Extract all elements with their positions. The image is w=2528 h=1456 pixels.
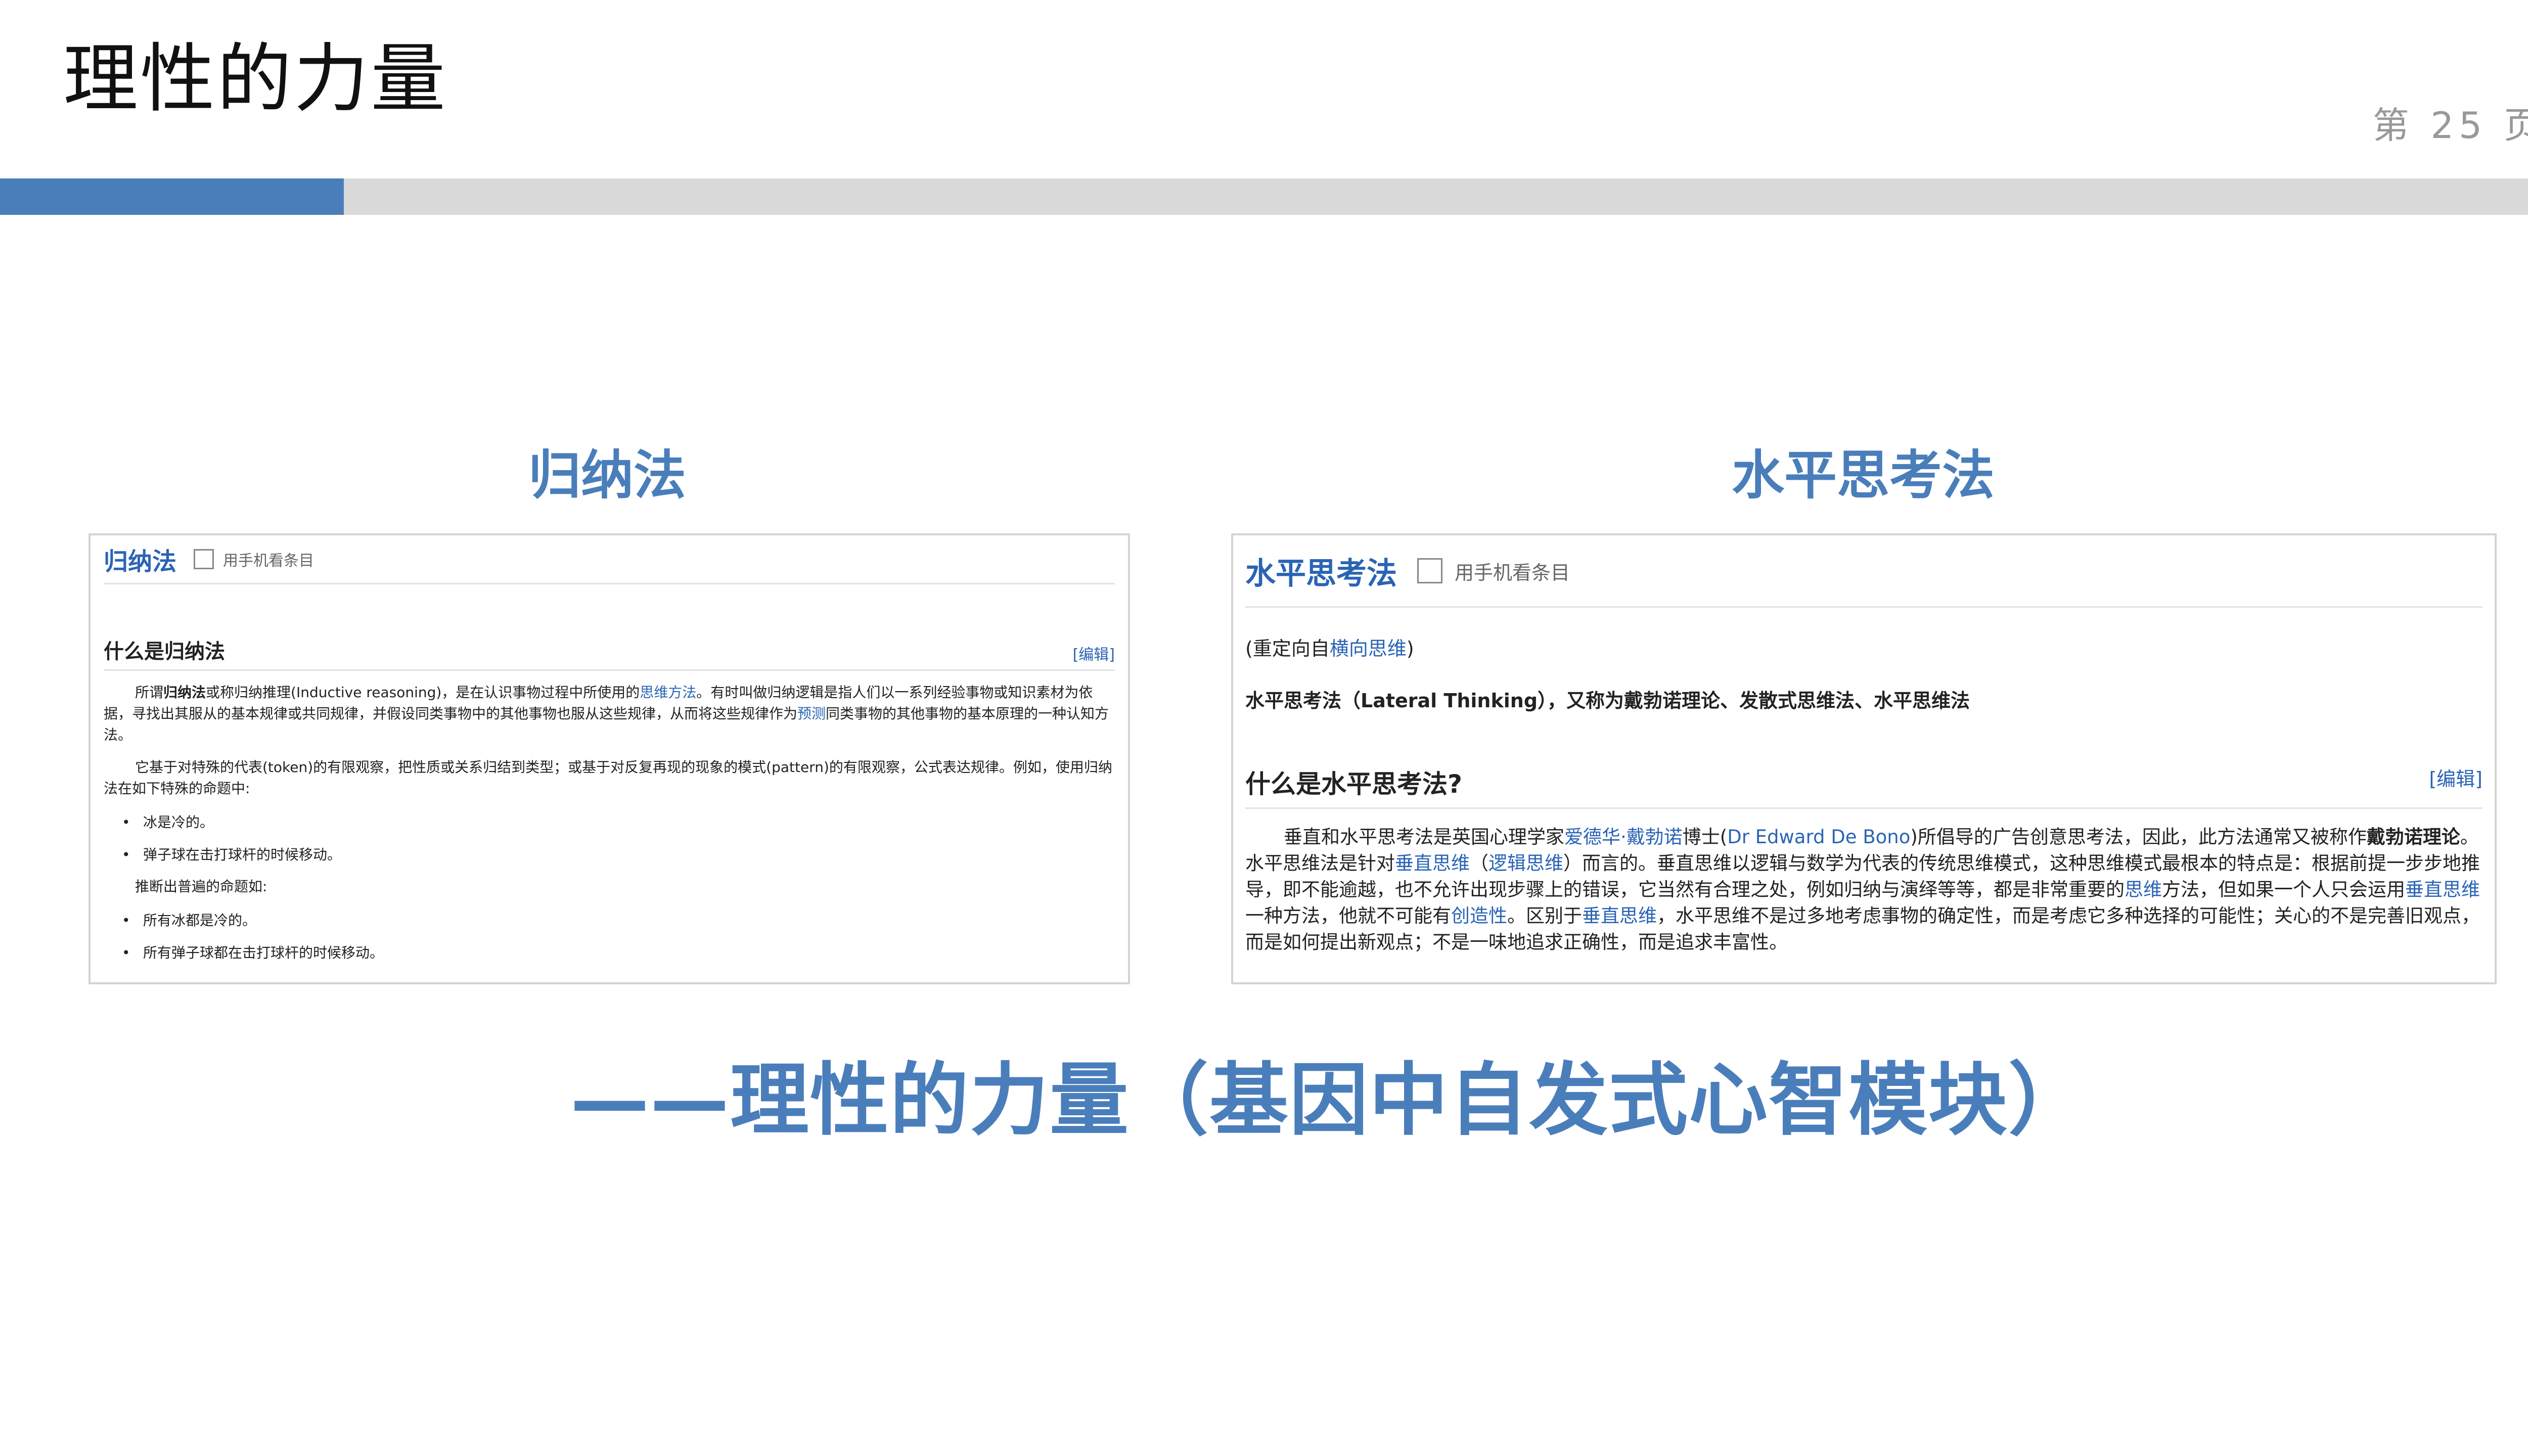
qr-code-icon [194,549,214,569]
slide-subtitle: ——理性的力量（基因中自发式心智模块） [570,1054,2088,1146]
link-de-bono-en[interactable]: Dr Edward De Bono [1727,826,1910,848]
link-thinking[interactable]: 思维 [2125,879,2162,900]
link-creativity[interactable]: 创造性 [1451,905,1507,927]
section-heading: 什么是水平思考法? [1245,769,1463,799]
left-section-heading: 归纳法 [528,444,687,506]
header-divider-bar [0,178,2528,215]
lateral-thinking-wiki-screenshot: 水平思考法 用手机看条目 (重定向自横向思维) 水平思考法（Lateral Th… [1231,533,2497,984]
list-item: 冰是冷的。 [104,806,1115,839]
paragraph: 垂直和水平思考法是英国心理学家爱德华·戴勃诺博士(Dr Edward De Bo… [1245,826,2480,953]
conclusion-list: 所有冰都是冷的。 所有弹子球都在击打球杆的时候移动。 [104,904,1115,969]
article-title: 归纳法 [104,548,177,576]
paragraph: 推断出普遍的命题如: [135,878,267,895]
mobile-view-link[interactable]: 用手机看条目 [1455,557,1570,585]
link-de-bono-cn[interactable]: 爱德华·戴勃诺 [1564,826,1683,848]
wiki-header: 归纳法 用手机看条目 [104,535,1115,584]
link-vertical-thinking[interactable]: 垂直思维 [2405,879,2480,900]
paragraph: 所谓归纳法或称归纳推理(Inductive reasoning)，是在认识事物过… [104,684,1109,743]
section-heading-row: 什么是归纳法 [编辑] [104,635,1115,671]
edit-link[interactable]: [编辑] [1073,642,1115,664]
link-vertical-thinking[interactable]: 垂直思维 [1582,905,1657,927]
mobile-view-link[interactable]: 用手机看条目 [223,548,314,570]
edit-link[interactable]: [编辑] [2429,763,2482,791]
section-heading-row: 什么是水平思考法? [编辑] [1245,763,2482,809]
link-prediction[interactable]: 预测 [797,705,826,722]
right-section-heading: 水平思考法 [1732,444,1995,506]
qr-code-icon [1417,558,1442,583]
paragraph: 它基于对特殊的代表(token)的有限观察，把性质或关系归结到类型；或基于对反复… [104,759,1112,797]
link-vertical-thinking[interactable]: 垂直思维 [1395,852,1470,874]
page-number: 第 25 页 [2372,104,2528,147]
link-thinking-method[interactable]: 思维方法 [640,684,696,701]
link-lateral-thinking[interactable]: 横向思维 [1330,638,1407,660]
list-item: 所有冰都是冷的。 [104,904,1115,937]
article-title: 水平思考法 [1245,556,1397,592]
slide-title: 理性的力量 [63,35,447,122]
wiki-header: 水平思考法 用手机看条目 [1245,535,2482,608]
summary-line: 水平思考法（Lateral Thinking），又称为戴勃诺理论、发散式思维法、… [1245,690,1970,712]
section-heading: 什么是归纳法 [104,640,225,663]
link-logical-thinking[interactable]: 逻辑思维 [1488,852,1563,874]
redirect-note: (重定向自横向思维) [1245,638,1414,660]
induction-wiki-screenshot: 归纳法 用手机看条目 什么是归纳法 [编辑] 所谓归纳法或称归纳推理(Induc… [88,533,1130,984]
list-item: 所有弹子球都在击打球杆的时候移动。 [104,937,1115,969]
header-accent-bar [0,178,344,215]
example-list: 冰是冷的。 弹子球在击打球杆的时候移动。 [104,806,1115,871]
list-item: 弹子球在击打球杆的时候移动。 [104,839,1115,871]
